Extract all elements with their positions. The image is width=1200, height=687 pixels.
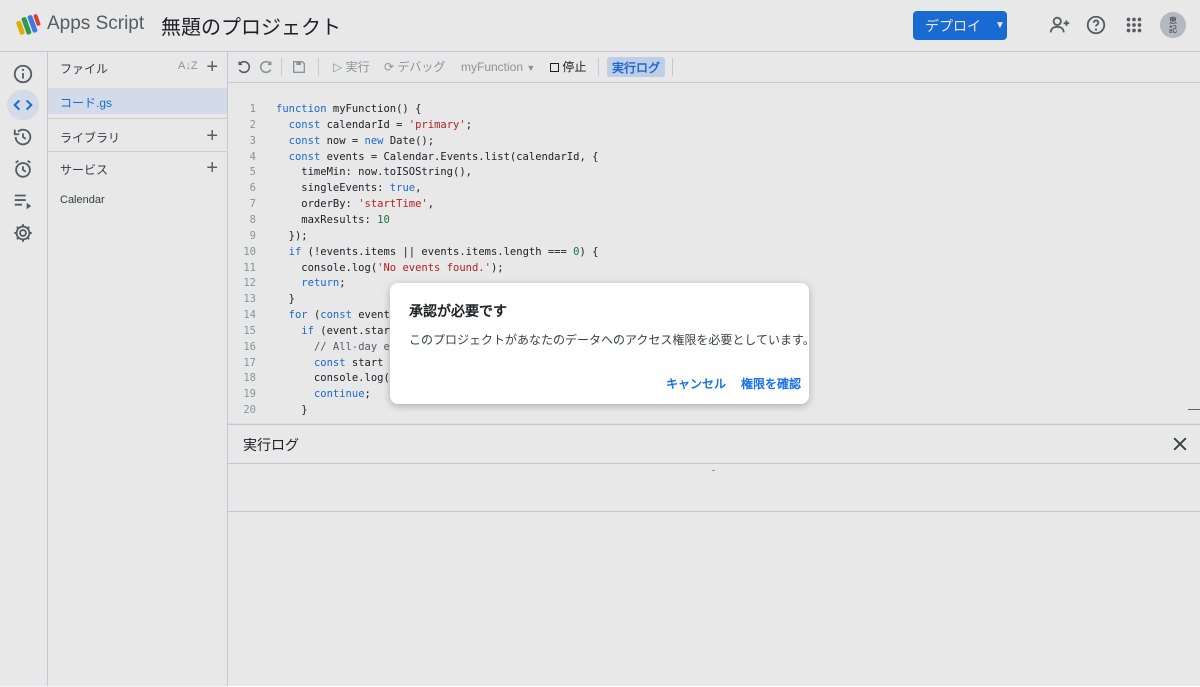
cancel-button[interactable]: キャンセル: [666, 375, 726, 392]
dialog-title: 承認が必要です: [409, 303, 507, 319]
scrollbar-mark: [1188, 409, 1200, 410]
review-permissions-button[interactable]: 権限を確認: [741, 375, 801, 392]
dialog-message: このプロジェクトがあなたのデータへのアクセス権限を必要としています。: [409, 333, 815, 347]
